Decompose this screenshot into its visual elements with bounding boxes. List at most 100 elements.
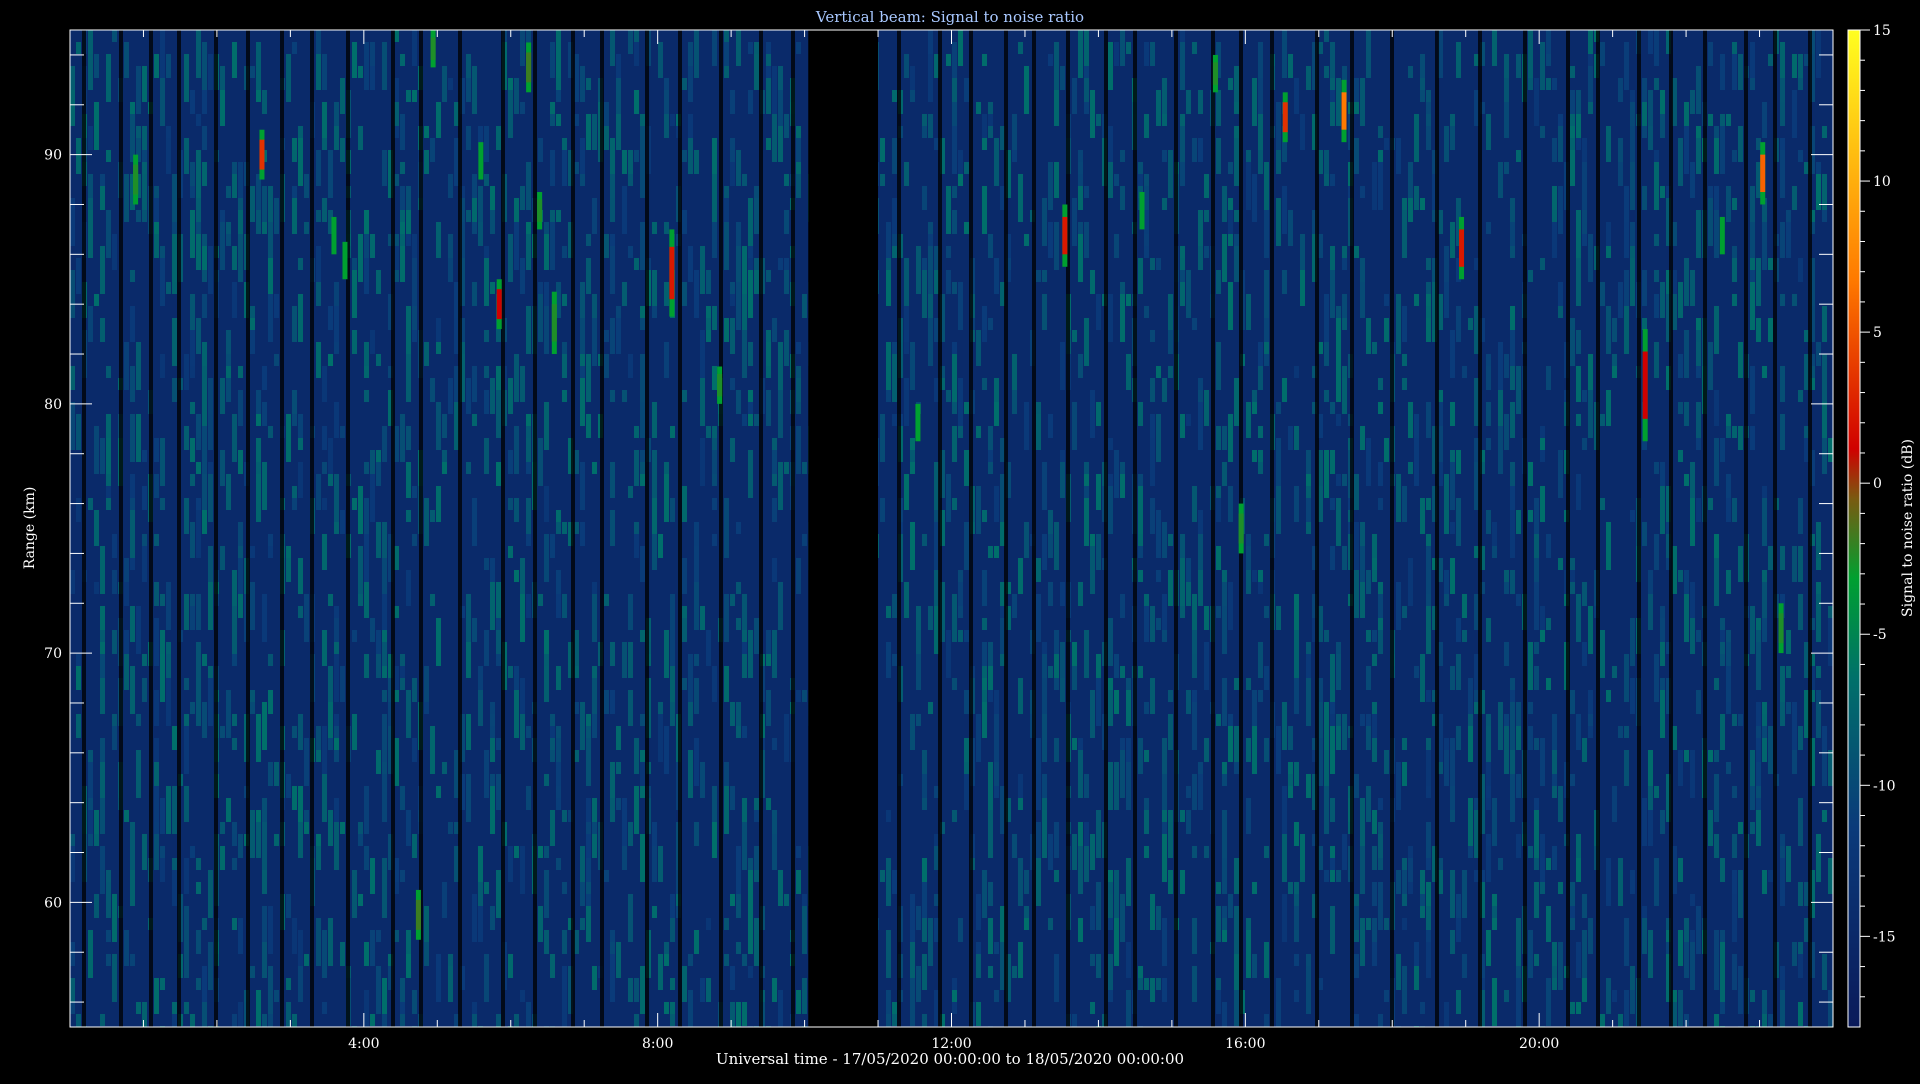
noise-speckle xyxy=(778,390,783,438)
noise-speckle xyxy=(1360,918,1365,966)
noise-speckle xyxy=(1024,234,1029,246)
noise-speckle xyxy=(1354,522,1359,570)
noise-speckle xyxy=(1372,558,1377,570)
x-tick-label: 16:00 xyxy=(1225,1036,1265,1052)
noise-speckle xyxy=(1456,618,1461,642)
noise-speckle xyxy=(766,54,771,66)
noise-speckle xyxy=(604,354,609,378)
noise-speckle xyxy=(184,354,189,390)
noise-speckle xyxy=(1408,66,1413,78)
noise-speckle xyxy=(166,54,171,78)
noise-speckle xyxy=(412,234,417,258)
noise-speckle xyxy=(1186,786,1191,798)
noise-speckle xyxy=(136,342,141,390)
noise-speckle xyxy=(796,990,801,1014)
noise-speckle xyxy=(754,810,759,822)
noise-speckle xyxy=(1786,846,1791,882)
noise-speckle xyxy=(88,750,93,762)
noise-speckle xyxy=(1450,330,1455,378)
noise-speckle xyxy=(1684,270,1689,306)
noise-speckle xyxy=(778,126,783,162)
noise-speckle xyxy=(736,1002,741,1027)
noise-speckle xyxy=(700,438,705,486)
echo-core xyxy=(259,139,265,170)
noise-speckle xyxy=(958,630,963,642)
noise-speckle xyxy=(712,534,717,546)
noise-speckle xyxy=(172,870,177,906)
noise-speckle xyxy=(1324,342,1329,366)
noise-speckle xyxy=(1696,438,1701,450)
noise-speckle xyxy=(94,102,99,150)
noise-speckle xyxy=(196,30,201,78)
noise-speckle xyxy=(1732,894,1737,942)
noise-speckle xyxy=(1546,978,1551,1026)
noise-speckle xyxy=(1534,798,1539,810)
noise-speckle xyxy=(1732,54,1737,90)
noise-speckle xyxy=(1342,246,1347,258)
noise-speckle xyxy=(1126,42,1131,54)
noise-speckle xyxy=(1762,582,1767,618)
noise-speckle xyxy=(1684,102,1689,126)
noise-speckle xyxy=(334,402,339,438)
noise-speckle xyxy=(508,546,513,558)
noise-speckle xyxy=(484,126,489,162)
noise-speckle xyxy=(142,450,147,462)
noise-speckle xyxy=(892,1014,897,1026)
noise-speckle xyxy=(778,66,783,90)
noise-speckle xyxy=(442,882,447,918)
noise-speckle xyxy=(100,318,105,342)
noise-speckle xyxy=(484,390,489,414)
noise-speckle xyxy=(1048,162,1053,210)
noise-speckle xyxy=(1486,366,1491,390)
noise-speckle xyxy=(406,570,411,606)
noise-speckle xyxy=(1258,150,1263,174)
noise-speckle xyxy=(1222,774,1227,786)
noise-speckle xyxy=(1822,126,1827,138)
noise-speckle xyxy=(100,798,105,834)
noise-speckle xyxy=(1780,1026,1785,1027)
noise-speckle xyxy=(1372,162,1377,210)
noise-speckle xyxy=(1504,102,1509,138)
noise-speckle xyxy=(286,54,291,102)
noise-speckle xyxy=(784,462,789,474)
noise-speckle xyxy=(1498,390,1503,426)
noise-speckle xyxy=(1198,402,1203,450)
noise-speckle xyxy=(400,414,405,462)
noise-speckle xyxy=(220,378,225,414)
noise-speckle xyxy=(994,990,999,1002)
noise-speckle xyxy=(988,690,993,702)
noise-speckle xyxy=(340,942,345,966)
noise-speckle xyxy=(1216,546,1221,570)
noise-speckle xyxy=(190,846,195,858)
noise-speckle xyxy=(928,54,933,102)
noise-speckle xyxy=(1144,606,1149,642)
noise-speckle xyxy=(1714,750,1719,762)
noise-speckle xyxy=(238,558,243,594)
noise-speckle xyxy=(988,114,993,126)
noise-speckle xyxy=(1732,834,1737,858)
noise-speckle xyxy=(1444,126,1449,162)
chart-title: Vertical beam: Signal to noise ratio xyxy=(815,8,1084,26)
data-dropout xyxy=(759,30,763,1027)
noise-speckle xyxy=(1780,858,1785,906)
noise-speckle xyxy=(1096,1026,1101,1027)
noise-speckle xyxy=(928,318,933,366)
noise-speckle xyxy=(202,126,207,150)
noise-speckle xyxy=(1336,354,1341,402)
noise-speckle xyxy=(526,462,531,474)
noise-speckle xyxy=(916,714,921,726)
noise-speckle xyxy=(640,714,645,726)
noise-speckle xyxy=(1222,582,1227,606)
noise-speckle xyxy=(670,1014,675,1026)
noise-speckle xyxy=(736,30,741,66)
noise-speckle xyxy=(1324,702,1329,750)
noise-speckle xyxy=(994,258,999,294)
noise-speckle xyxy=(964,774,969,810)
noise-speckle xyxy=(640,546,645,582)
noise-speckle xyxy=(1024,66,1029,114)
noise-speckle xyxy=(1630,510,1635,522)
noise-speckle xyxy=(1606,222,1611,246)
noise-speckle xyxy=(1396,1026,1401,1027)
noise-speckle xyxy=(694,522,699,546)
noise-speckle xyxy=(1570,318,1575,366)
